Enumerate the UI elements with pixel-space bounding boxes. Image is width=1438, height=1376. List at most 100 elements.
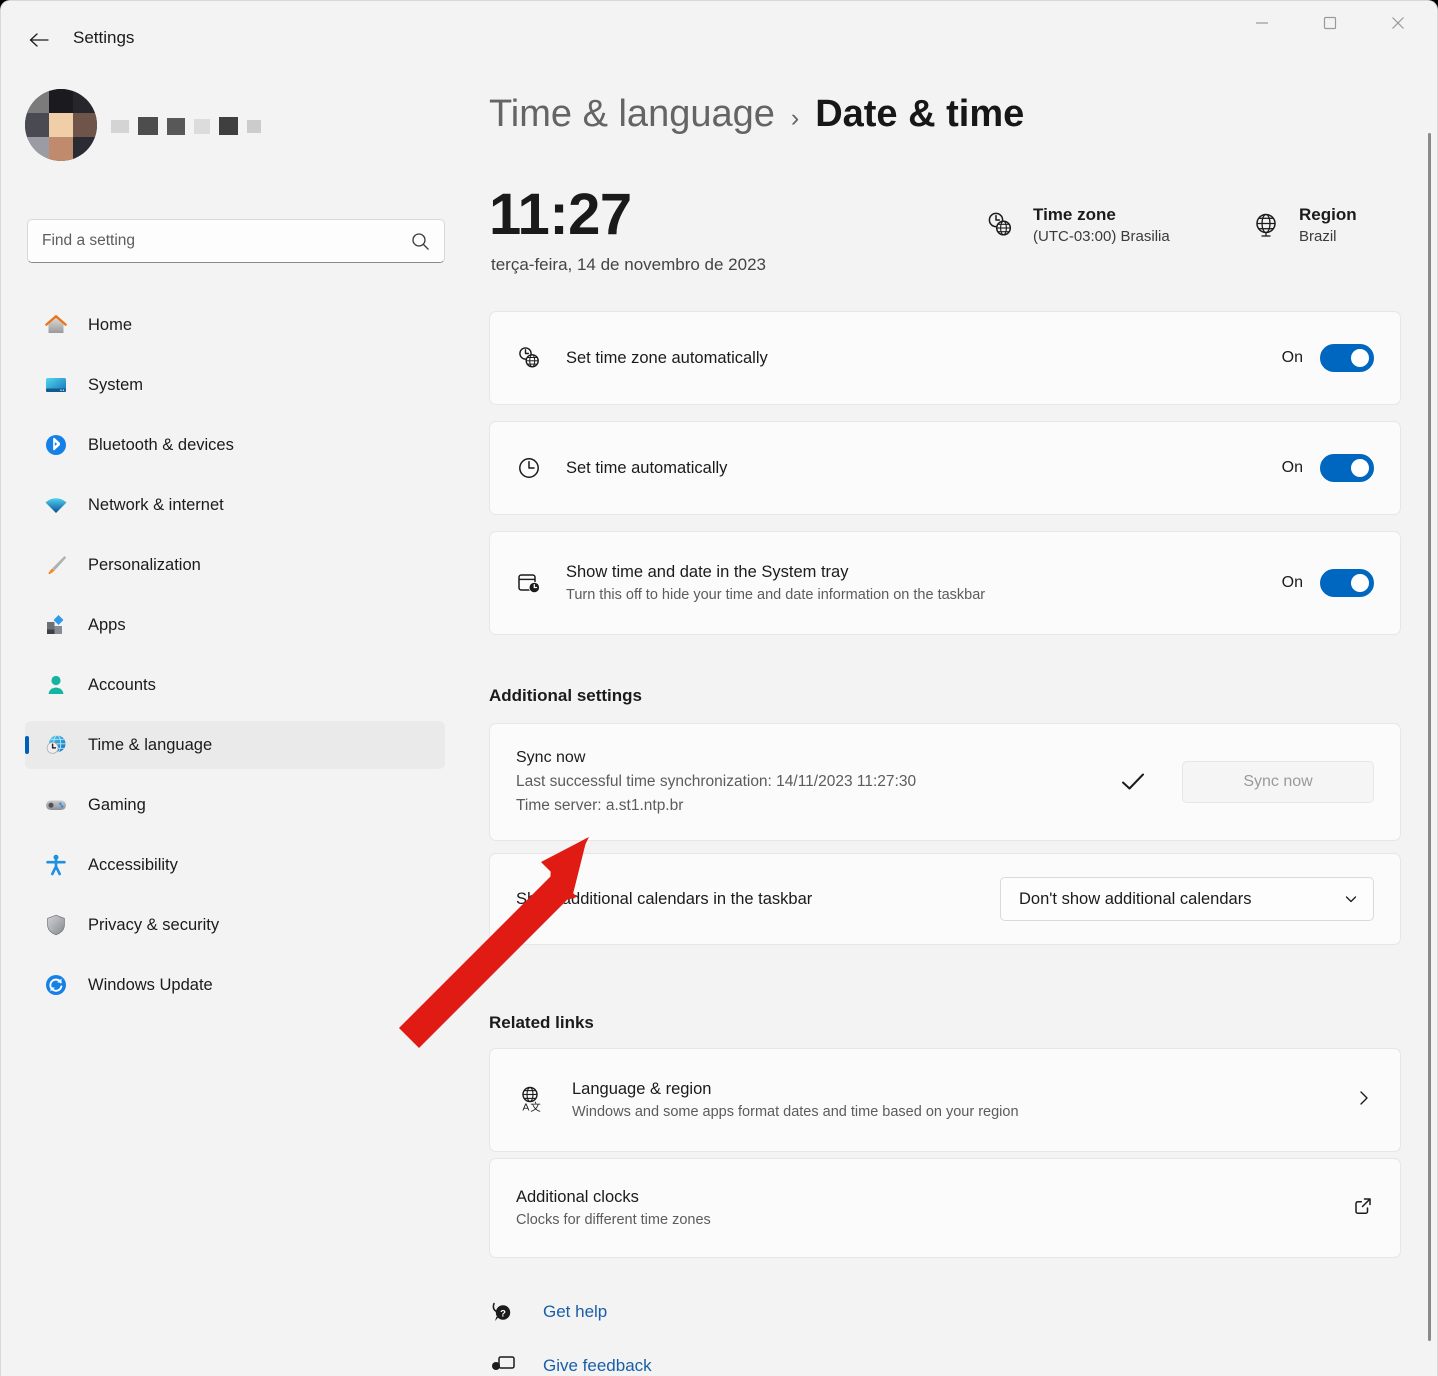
sidebar-item-home[interactable]: Home (25, 301, 445, 349)
sidebar-item-label: Windows Update (88, 975, 213, 994)
home-icon (43, 312, 69, 338)
title-bar: Settings (1, 1, 1437, 63)
help-icon: ? (489, 1297, 519, 1327)
privacy-icon (43, 912, 69, 938)
breadcrumb-parent[interactable]: Time & language (489, 93, 775, 136)
sync-now-button[interactable]: Sync now (1182, 761, 1374, 803)
sidebar-item-system[interactable]: System (25, 361, 445, 409)
search-box[interactable] (27, 219, 445, 263)
setting-subtitle: Turn this off to hide your time and date… (566, 587, 986, 603)
minimize-icon (1256, 22, 1268, 24)
setting-card-set-time-automatically[interactable]: Set time automatically On (489, 421, 1401, 515)
clock-summary: 11:27 terça-feira, 14 de novembro de 202… (489, 181, 1419, 291)
toggle-set-time-zone-automatically[interactable] (1320, 344, 1374, 372)
back-arrow-icon (29, 33, 49, 47)
sidebar-nav: Home System Bluetooth & devices Network … (25, 301, 445, 1021)
related-link-additional-clocks[interactable]: Additional clocks Clocks for different t… (489, 1158, 1401, 1258)
clock-icon (514, 453, 544, 483)
bluetooth-icon (43, 432, 69, 458)
sync-now-title: Sync now (516, 749, 586, 766)
svg-text:A: A (522, 1102, 529, 1114)
search-icon (412, 232, 429, 250)
time-zone-summary: Time zone (UTC-03:00) Brasilia (983, 205, 1170, 245)
current-date: terça-feira, 14 de novembro de 2023 (491, 255, 767, 274)
sidebar-item-label: Network & internet (88, 495, 224, 514)
chevron-down-icon (1345, 896, 1357, 903)
external-link-icon (1352, 1195, 1374, 1222)
toggle-show-time-and-date-system-tray[interactable] (1320, 569, 1374, 597)
chevron-right-icon (1354, 1088, 1374, 1113)
toggle-state-label: On (1281, 574, 1303, 591)
toggle-state-label: On (1281, 459, 1303, 476)
sidebar-item-label: Personalization (88, 555, 201, 574)
dropdown-selected-value: Don't show additional calendars (1019, 889, 1252, 908)
region-summary: Region Brazil (1249, 205, 1357, 245)
related-link-subtitle: Windows and some apps format dates and t… (572, 1104, 1019, 1120)
search-input[interactable] (42, 232, 411, 250)
close-button[interactable] (1371, 1, 1425, 45)
give-feedback-link[interactable]: Give feedback (489, 1339, 1089, 1376)
clock-globe-icon (983, 208, 1017, 242)
related-link-title: Additional clocks (516, 1188, 639, 1206)
time-language-icon (43, 732, 69, 758)
svg-text:?: ? (500, 1308, 506, 1319)
time-zone-title: Time zone (1033, 205, 1116, 224)
close-icon (1392, 17, 1404, 29)
maximize-button[interactable] (1303, 1, 1357, 45)
back-button[interactable] (21, 23, 57, 57)
network-icon (43, 492, 69, 518)
sidebar-item-time-language[interactable]: Time & language (25, 721, 445, 769)
section-heading-additional-settings: Additional settings (489, 686, 642, 705)
sidebar: Home System (1, 63, 467, 1376)
svg-text:文: 文 (530, 1101, 541, 1114)
settings-window: Settings Find a setting Home System Blue… (0, 0, 1438, 1376)
sidebar-item-apps[interactable]: Apps (25, 601, 445, 649)
footer-link-label: Get help (543, 1302, 608, 1321)
last-sync-text: Last successful time synchronization: 14… (516, 773, 917, 790)
region-title: Region (1299, 205, 1357, 224)
app-title: Settings (73, 28, 135, 47)
sidebar-item-label: Bluetooth & devices (88, 435, 234, 454)
sidebar-item-windows-update[interactable]: Windows Update (25, 961, 445, 1009)
setting-title: Set time automatically (566, 458, 728, 477)
sidebar-item-accessibility[interactable]: Accessibility (25, 841, 445, 889)
region-value: Brazil (1299, 228, 1337, 245)
related-link-title: Language & region (572, 1080, 712, 1098)
user-profile[interactable] (25, 89, 261, 161)
minimize-button[interactable] (1235, 1, 1289, 45)
sidebar-item-network[interactable]: Network & internet (25, 481, 445, 529)
related-link-language-region[interactable]: A 文 Language & region Windows and some a… (489, 1048, 1401, 1152)
sidebar-item-label: Accounts (88, 675, 156, 694)
additional-calendars-label: Show additional calendars in the taskbar (516, 889, 813, 908)
sidebar-item-privacy-security[interactable]: Privacy & security (25, 901, 445, 949)
related-link-subtitle: Clocks for different time zones (516, 1212, 711, 1228)
checkmark-icon (1118, 767, 1148, 797)
sidebar-item-gaming[interactable]: Gaming (25, 781, 445, 829)
current-time: 11:27 (489, 182, 632, 247)
clock-globe-icon (514, 343, 544, 373)
toggle-state-label: On (1281, 349, 1303, 366)
setting-card-show-time-and-date-system-tray[interactable]: Show time and date in the System tray Tu… (489, 531, 1401, 635)
sync-now-card: Sync now Last successful time synchroniz… (489, 723, 1401, 841)
language-region-icon: A 文 (516, 1083, 550, 1117)
calendar-clock-icon (514, 568, 544, 598)
time-zone-value: (UTC-03:00) Brasilia (1033, 228, 1170, 245)
setting-title: Set time zone automatically (566, 348, 768, 367)
get-help-link[interactable]: ? Get help (489, 1285, 1089, 1339)
breadcrumb: Time & language › Date & time (489, 93, 1024, 136)
globe-icon (1249, 208, 1283, 242)
sidebar-item-accounts[interactable]: Accounts (25, 661, 445, 709)
additional-calendars-dropdown[interactable]: Don't show additional calendars (1000, 877, 1374, 921)
section-heading-related-links: Related links (489, 1013, 594, 1032)
sidebar-item-bluetooth[interactable]: Bluetooth & devices (25, 421, 445, 469)
user-name-redacted (111, 117, 261, 135)
toggle-set-time-automatically[interactable] (1320, 454, 1374, 482)
sidebar-item-label: Home (88, 315, 133, 334)
scrollbar[interactable] (1425, 133, 1434, 1366)
setting-card-set-time-zone-automatically[interactable]: Set time zone automatically On (489, 311, 1401, 405)
sidebar-item-label: Accessibility (88, 855, 178, 874)
sidebar-item-label: Time & language (88, 735, 213, 754)
scrollbar-thumb[interactable] (1428, 133, 1431, 1342)
main-content: Time & language › Date & time 11:27 terç… (467, 63, 1437, 1376)
sidebar-item-personalization[interactable]: Personalization (25, 541, 445, 589)
